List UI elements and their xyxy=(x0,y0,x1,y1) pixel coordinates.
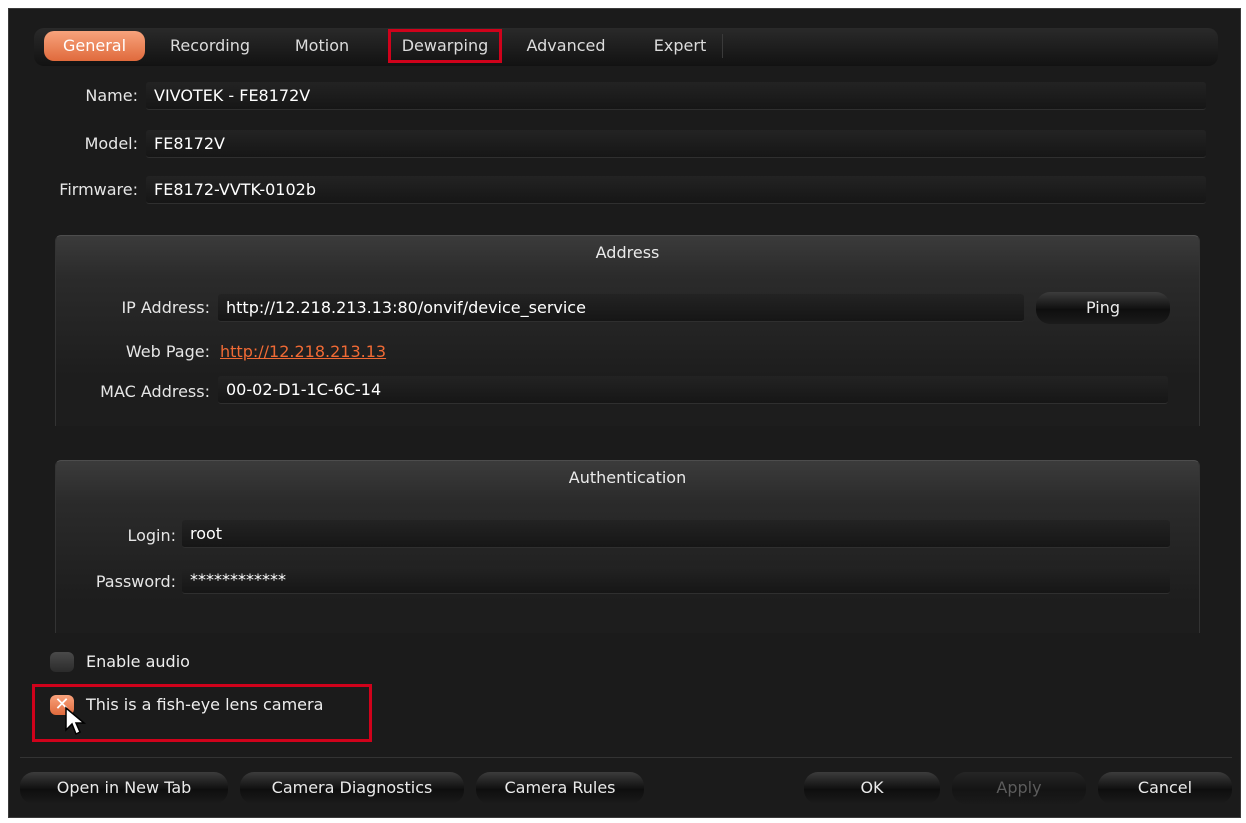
tab-motion[interactable]: Motion xyxy=(280,31,364,61)
name-field[interactable]: VIVOTEK - FE8172V xyxy=(146,82,1206,110)
open-in-new-tab-button[interactable]: Open in New Tab xyxy=(20,772,228,804)
tab-general[interactable]: General xyxy=(44,31,145,61)
authentication-group-title: Authentication xyxy=(568,468,687,487)
enable-audio-label: Enable audio xyxy=(86,652,190,671)
web-page-label: Web Page: xyxy=(125,342,210,361)
ip-address-field[interactable]: http://12.218.213.13:80/onvif/device_ser… xyxy=(218,294,1024,322)
separator xyxy=(20,757,1232,758)
apply-button: Apply xyxy=(952,772,1086,804)
ip-address-label: IP Address: xyxy=(121,298,210,317)
name-label: Name: xyxy=(85,86,138,105)
mac-address-field: 00-02-D1-1C-6C-14 xyxy=(218,376,1168,404)
ok-button[interactable]: OK xyxy=(804,772,940,804)
tab-dewarping[interactable]: Dewarping xyxy=(388,29,502,63)
tab-recording[interactable]: Recording xyxy=(155,31,265,61)
mouse-cursor-icon xyxy=(65,706,87,736)
address-group-title: Address xyxy=(595,243,660,262)
camera-diagnostics-button[interactable]: Camera Diagnostics xyxy=(240,772,464,804)
ping-button[interactable]: Ping xyxy=(1036,292,1170,324)
web-page-link[interactable]: http://12.218.213.13 xyxy=(220,342,386,361)
cancel-button[interactable]: Cancel xyxy=(1098,772,1232,804)
enable-audio-checkbox[interactable] xyxy=(50,652,74,672)
firmware-field: FE8172-VVTK-0102b xyxy=(146,176,1206,204)
model-field: FE8172V xyxy=(146,130,1206,158)
model-label: Model: xyxy=(84,134,138,153)
camera-rules-button[interactable]: Camera Rules xyxy=(476,772,644,804)
tab-advanced[interactable]: Advanced xyxy=(514,31,618,61)
login-field[interactable]: root xyxy=(182,520,1170,548)
password-label: Password: xyxy=(95,572,176,591)
tab-divider xyxy=(722,34,723,58)
firmware-label: Firmware: xyxy=(59,180,138,199)
login-label: Login: xyxy=(127,526,176,545)
mac-address-label: MAC Address: xyxy=(100,382,210,401)
tab-expert[interactable]: Expert xyxy=(638,31,722,61)
password-field[interactable]: ************ xyxy=(182,566,1170,594)
